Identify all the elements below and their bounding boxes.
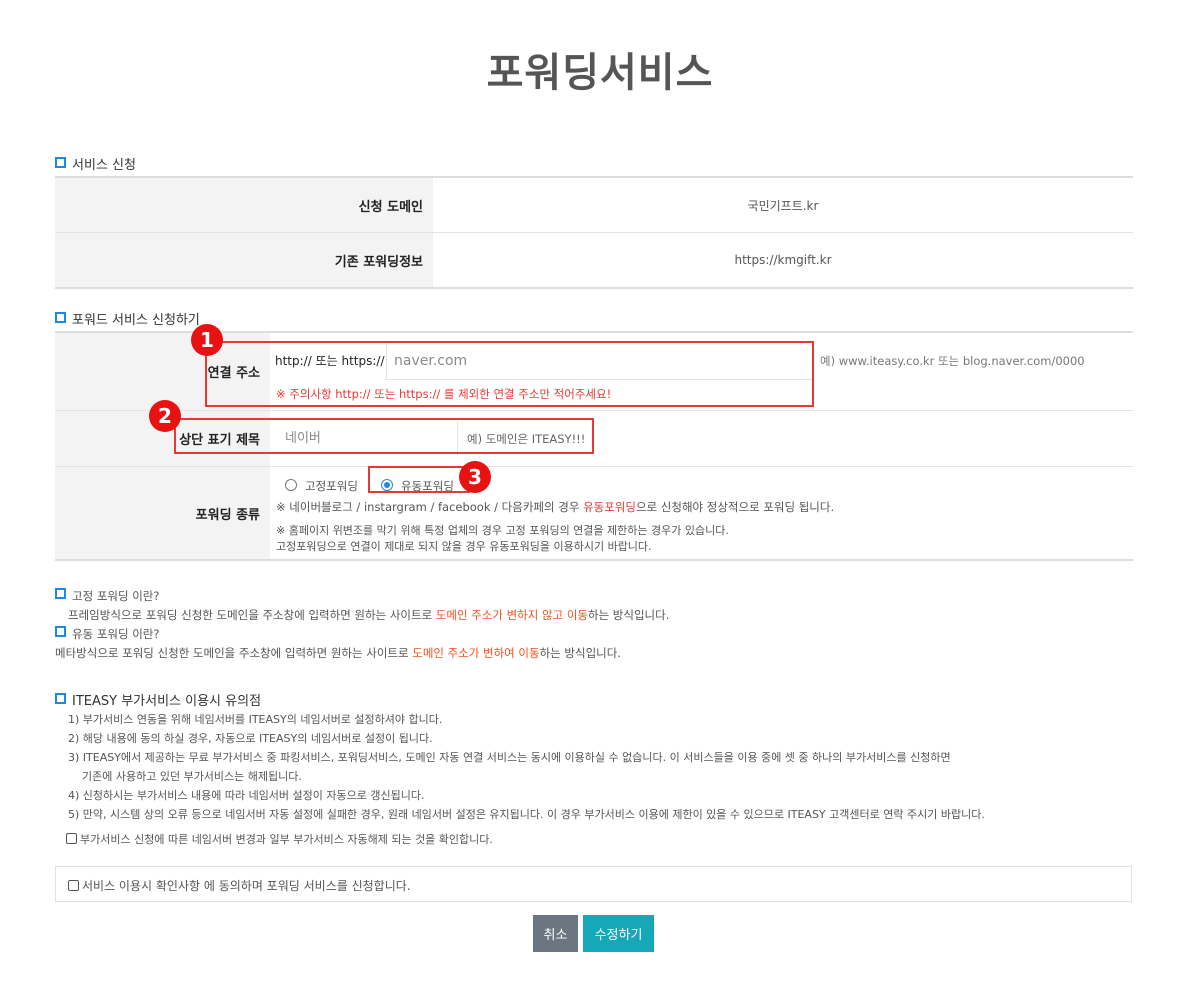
highlight-box-title	[174, 418, 594, 454]
domain-value: 국민기프트.kr	[747, 198, 819, 213]
service-info-table: 신청 도메인 국민기프트.kr 기존 포워딩정보 https://kmgift.…	[55, 176, 1133, 289]
forwarding-info: 고정 포워딩 이란? 프레임방식으로 포워딩 신청한 도메인을 주소창에 입력하…	[55, 587, 669, 663]
table-row: 기존 포워딩정보 https://kmgift.kr	[55, 233, 1133, 289]
fixed-info-title: 고정 포워딩 이란?	[55, 587, 669, 606]
type-note-2: ※ 홈페이지 위변조를 막기 위해 특정 업체의 경우 고정 포워딩의 연결을 …	[276, 524, 729, 537]
radio-fixed-icon[interactable]	[285, 479, 297, 491]
highlight-box-dynamic	[368, 466, 470, 493]
checkbox-icon[interactable]	[66, 833, 77, 844]
highlight-box-connect	[205, 341, 814, 407]
square-bullet-icon	[55, 312, 66, 323]
list-item: 4) 신청하시는 부가서비스 내용에 따라 네임서버 설정이 자동으로 갱신됩니…	[68, 789, 425, 802]
section-heading-service: 서비스 신청	[55, 154, 136, 173]
list-item: 3) ITEASY에서 제공하는 무료 부가서비스 중 파킹서비스, 포워딩서비…	[68, 751, 951, 764]
forwarding-info-value: https://kmgift.kr	[734, 253, 832, 267]
nameserver-confirm-checkbox[interactable]: 부가서비스 신청에 따른 네임서버 변경과 일부 부가서비스 자동해제 되는 것…	[66, 831, 493, 847]
notice-heading: ITEASY 부가서비스 이용시 유의점	[55, 690, 261, 709]
cancel-button[interactable]: 취소	[533, 915, 578, 952]
table-row-type: 포워딩 종류 고정포워딩 유동포워딩 ※ 네이버블로그 / instargram…	[55, 467, 1133, 559]
checkbox-icon[interactable]	[68, 880, 79, 891]
square-bullet-icon	[55, 626, 66, 637]
list-item: 1) 부가서비스 연동을 위해 네임서버를 ITEASY의 네임서버로 설정하셔…	[68, 713, 443, 726]
square-bullet-icon	[55, 588, 66, 599]
agree-checkbox[interactable]: 서비스 이용시 확인사항 에 동의하며 포워딩 서비스를 신청합니다.	[68, 877, 411, 894]
section-heading-forward: 포워드 서비스 신청하기	[55, 309, 200, 328]
type-label: 포워딩 종류	[55, 467, 270, 559]
list-item: 2) 해당 내용에 동의 하실 경우, 자동으로 ITEASY의 네임서버로 설…	[68, 732, 433, 745]
dynamic-info-desc: 메타방식으로 포워딩 신청한 도메인을 주소창에 입력하면 원하는 사이트로 도…	[55, 646, 621, 660]
dynamic-info-title: 유동 포워딩 이란?	[55, 625, 669, 644]
submit-button[interactable]: 수정하기	[583, 915, 654, 952]
page-title: 포워딩서비스	[486, 50, 714, 96]
type-note-1: ※ 네이버블로그 / instargram / facebook / 다음카페의…	[276, 500, 835, 514]
agree-box: 서비스 이용시 확인사항 에 동의하며 포워딩 서비스를 신청합니다.	[55, 866, 1132, 902]
radio-fixed[interactable]: 고정포워딩	[285, 478, 358, 494]
step-badge-2: 2	[149, 400, 181, 432]
row-label: 기존 포워딩정보	[55, 233, 433, 287]
table-row: 신청 도메인 국민기프트.kr	[55, 178, 1133, 233]
connect-example: 예) www.iteasy.co.kr 또는 blog.naver.com/00…	[820, 354, 1085, 368]
list-item: 기존에 사용하고 있던 부가서비스는 해제됩니다.	[82, 770, 302, 783]
type-note-3: 고정포워딩으로 연결이 제대로 되지 않을 경우 유동포워딩을 이용하시기 바랍…	[276, 540, 652, 553]
notice-list: 1) 부가서비스 연동을 위해 네임서버를 ITEASY의 네임서버로 설정하셔…	[68, 710, 985, 824]
list-item: 5) 만약, 시스템 상의 오류 등으로 네임서버 자동 설정에 실패한 경우,…	[68, 808, 985, 821]
square-bullet-icon	[55, 693, 66, 704]
step-badge-1: 1	[191, 324, 223, 356]
row-label: 신청 도메인	[55, 178, 433, 232]
fixed-info-desc: 프레임방식으로 포워딩 신청한 도메인을 주소창에 입력하면 원하는 사이트로 …	[68, 608, 670, 622]
step-badge-3: 3	[459, 461, 491, 493]
square-bullet-icon	[55, 157, 66, 168]
